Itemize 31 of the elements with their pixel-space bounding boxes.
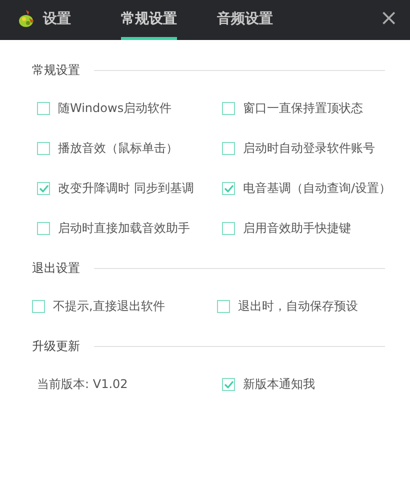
checkbox[interactable] (222, 182, 235, 195)
checkbox[interactable] (217, 300, 230, 313)
checkbox[interactable] (32, 300, 45, 313)
checkbox[interactable] (37, 182, 50, 195)
close-button[interactable]: × (380, 8, 398, 30)
section-title: 常规设置 (32, 62, 80, 78)
checkbox-label: 退出时，自动保存预设 (238, 298, 358, 315)
checkbox-label: 启用音效助手快捷键 (243, 220, 351, 237)
checkbox[interactable] (222, 222, 235, 235)
checkbox-label: 启动时直接加载音效助手 (58, 220, 190, 237)
section-title: 退出设置 (32, 260, 80, 276)
checkbox[interactable] (37, 222, 50, 235)
settings-tab[interactable]: 设置 (17, 0, 71, 40)
section-title: 升级更新 (32, 338, 80, 354)
checkbox[interactable] (222, 142, 235, 155)
checkbox[interactable] (222, 102, 235, 115)
settings-tab[interactable]: 音频设置 (217, 0, 273, 40)
checkbox-label: 窗口一直保持置顶状态 (243, 100, 363, 117)
checkbox-label: 随Windows启动软件 (58, 100, 172, 117)
version-label: 当前版本: V1.02 (37, 376, 128, 393)
checkbox-label: 播放音效（鼠标单击） (58, 140, 178, 157)
checkbox-label: 改变升降调时 同步到基调 (58, 180, 194, 197)
settings-tab[interactable]: 常规设置 (121, 0, 177, 40)
checkbox-label: 不提示,直接退出软件 (53, 298, 165, 315)
checkbox-label: 新版本通知我 (243, 376, 315, 393)
checkbox[interactable] (37, 102, 50, 115)
checkbox[interactable] (37, 142, 50, 155)
checkbox-label: 启动时自动登录软件账号 (243, 140, 375, 157)
mascot-icon (17, 8, 35, 28)
checkbox-label: 电音基调（自动查询/设置） (243, 180, 392, 197)
checkbox[interactable] (222, 378, 235, 391)
